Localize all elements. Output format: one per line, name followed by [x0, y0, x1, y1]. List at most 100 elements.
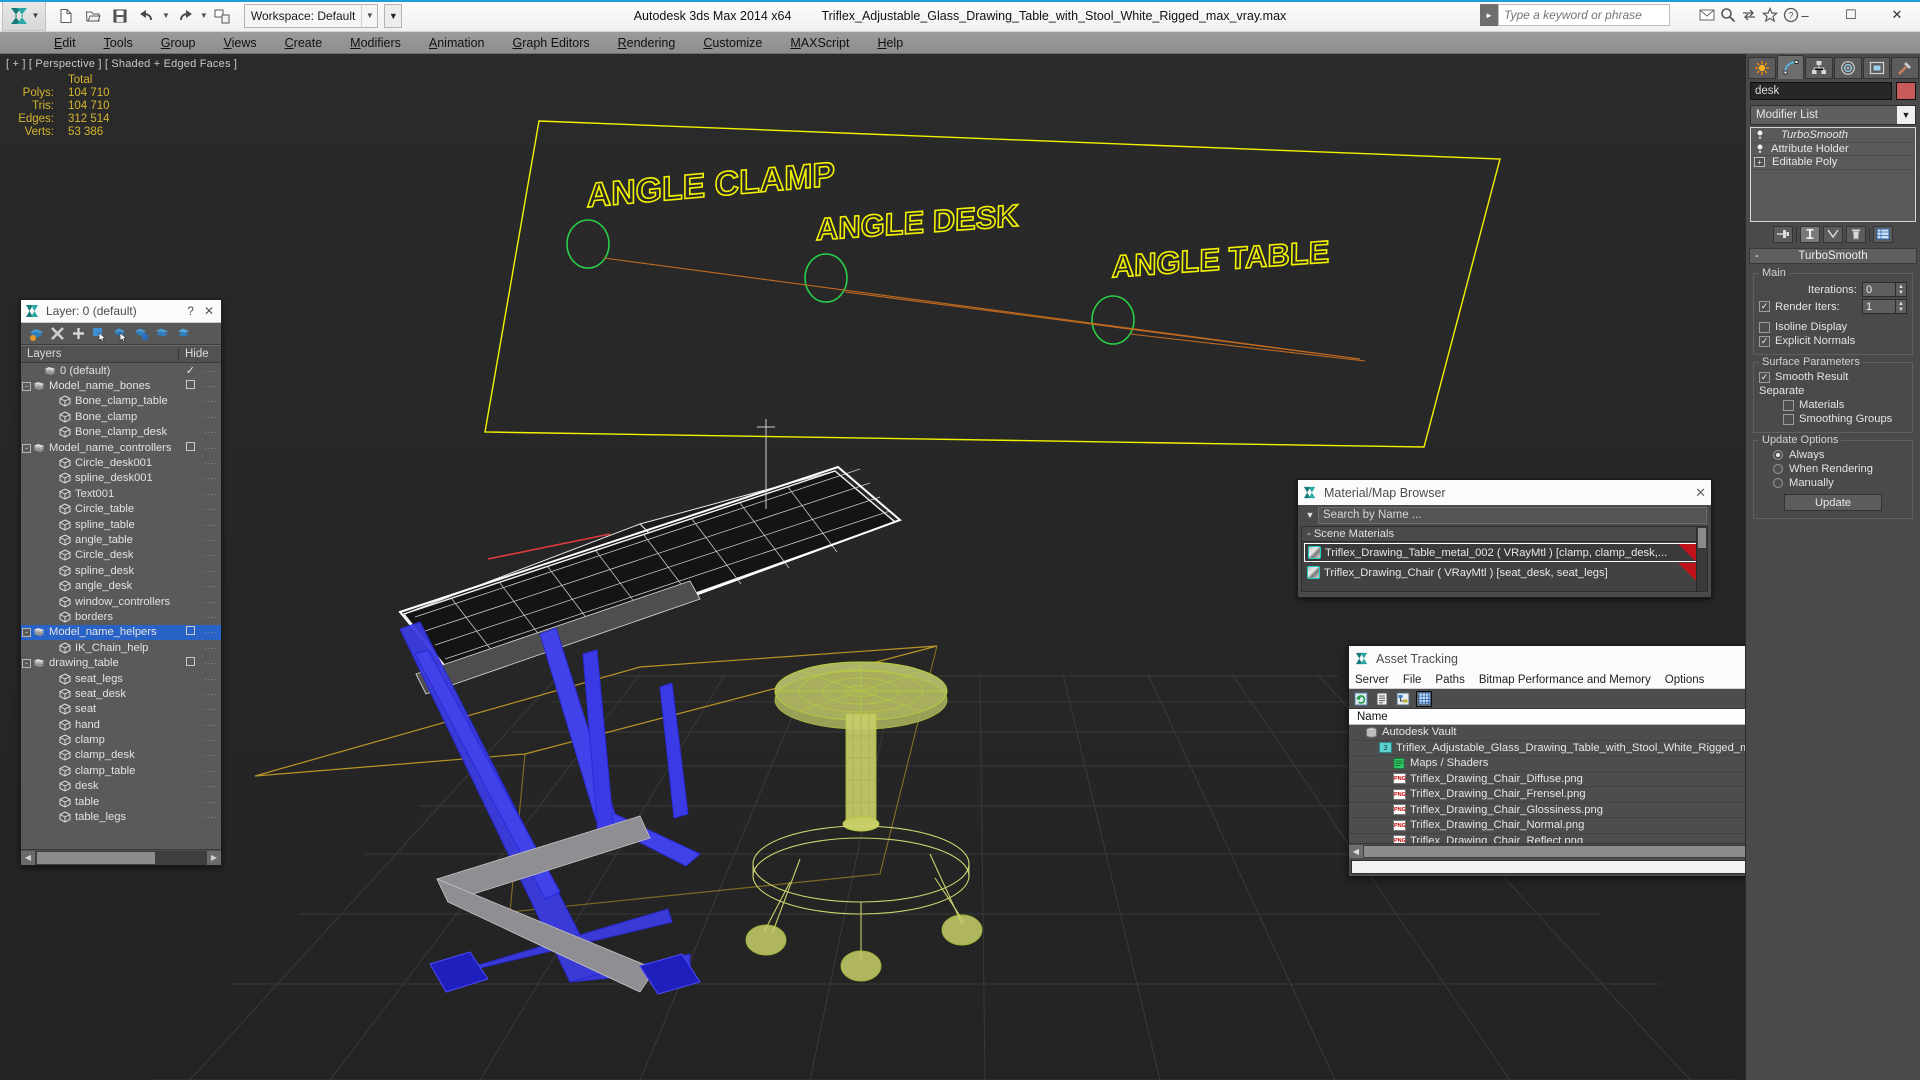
- refresh-icon[interactable]: [1353, 691, 1369, 707]
- separate-materials-checkbox[interactable]: [1783, 399, 1794, 411]
- rollout-collapse-icon[interactable]: -: [1755, 250, 1759, 262]
- turbosmooth-rollout-header[interactable]: - TurboSmooth: [1749, 248, 1917, 264]
- layer-row[interactable]: angle_desk ∙∙∙∙: [21, 578, 221, 593]
- search-dropdown-icon[interactable]: ►: [1480, 4, 1498, 26]
- modifier-stack-row[interactable]: TurboSmooth: [1752, 129, 1914, 143]
- layer-row[interactable]: window_controllers ∙∙∙∙: [21, 594, 221, 609]
- menu-item-edit[interactable]: Edit: [40, 34, 90, 52]
- separate-materials-row[interactable]: Materials: [1759, 399, 1907, 411]
- minimize-button[interactable]: –: [1782, 0, 1828, 30]
- search-icon[interactable]: [1719, 6, 1737, 24]
- spinner-arrows-icon[interactable]: ▲ ▼: [1896, 282, 1907, 297]
- layer-row[interactable]: 0 (default) ✓ ∙∙∙∙: [21, 363, 221, 378]
- expand-collapse-icon[interactable]: -: [21, 658, 32, 669]
- scroll-thumb[interactable]: [37, 851, 155, 864]
- undo-dropdown-arrow[interactable]: ▼: [162, 11, 170, 20]
- modifier-enable-bulb-icon[interactable]: [1752, 143, 1767, 155]
- command-panel[interactable]: desk Modifier List ▼ TurboSmooth Attribut…: [1745, 54, 1920, 1080]
- render-iters-checkbox[interactable]: ✓: [1759, 301, 1770, 312]
- menu-item-graph-editors[interactable]: Graph Editors: [498, 34, 603, 52]
- layer-row[interactable]: spline_table ∙∙∙∙: [21, 517, 221, 532]
- viewport-label[interactable]: [ + ] [ Perspective ] [ Shaded + Edged F…: [6, 58, 237, 70]
- layer-row[interactable]: seat_desk ∙∙∙∙: [21, 686, 221, 701]
- material-list-scrollbar[interactable]: [1696, 527, 1707, 591]
- modifier-stack[interactable]: TurboSmooth Attribute Holder + Editable Pol…: [1750, 127, 1916, 222]
- layer-panel-help-button[interactable]: ?: [187, 304, 194, 318]
- asset-menu-file[interactable]: File: [1403, 674, 1422, 686]
- select-and-link-button[interactable]: [211, 4, 235, 28]
- layer-row[interactable]: seat ∙∙∙∙: [21, 702, 221, 717]
- object-color-swatch[interactable]: [1896, 82, 1916, 100]
- tab-modify[interactable]: [1776, 55, 1805, 79]
- spinner-arrows-icon[interactable]: ▲ ▼: [1896, 299, 1907, 314]
- expand-collapse-icon[interactable]: -: [21, 381, 32, 392]
- modifier-stack-row[interactable]: + Editable Poly: [1752, 156, 1914, 170]
- isoline-display-checkbox[interactable]: [1759, 321, 1770, 333]
- show-end-result-icon[interactable]: [1800, 225, 1820, 243]
- make-unique-icon[interactable]: [1823, 225, 1843, 243]
- redo-dropdown-arrow[interactable]: ▼: [200, 11, 208, 20]
- menu-item-maxscript[interactable]: MAXScript: [776, 34, 863, 52]
- scroll-thumb[interactable]: [1364, 845, 1794, 857]
- render-iters-spinner[interactable]: 1 ▲ ▼: [1862, 299, 1907, 314]
- update-option-row[interactable]: Manually: [1759, 477, 1907, 489]
- scroll-left-icon[interactable]: ◀: [21, 850, 35, 865]
- separate-smoothing-groups-row[interactable]: Smoothing Groups: [1759, 413, 1907, 425]
- layer-row[interactable]: seat_legs ∙∙∙∙: [21, 671, 221, 686]
- create-new-layer-icon[interactable]: [28, 326, 44, 342]
- layer-list[interactable]: 0 (default) ✓ ∙∙∙∙ - Model_name_bones ∙∙∙∙ Bon…: [21, 363, 221, 849]
- menu-item-customize[interactable]: Customize: [689, 34, 776, 52]
- render-iters-value[interactable]: 1: [1862, 299, 1896, 314]
- tab-hierarchy[interactable]: [1805, 57, 1834, 79]
- layer-row[interactable]: clamp ∙∙∙∙: [21, 732, 221, 747]
- layer-row[interactable]: hand ∙∙∙∙: [21, 717, 221, 732]
- tab-motion[interactable]: [1834, 57, 1862, 79]
- layer-row[interactable]: IK_Chain_help ∙∙∙∙: [21, 640, 221, 655]
- layer-hide-checkbox[interactable]: [186, 380, 195, 392]
- layer-row[interactable]: clamp_table ∙∙∙∙: [21, 763, 221, 778]
- modifier-stack-row[interactable]: Attribute Holder: [1752, 143, 1914, 156]
- scroll-left-icon[interactable]: ◀: [1349, 844, 1363, 858]
- open-file-button[interactable]: [81, 4, 105, 28]
- layer-hide-checkbox[interactable]: [186, 657, 195, 669]
- scene-materials-group-header[interactable]: - Scene Materials: [1302, 527, 1707, 542]
- layer-row[interactable]: desk ∙∙∙∙: [21, 779, 221, 794]
- tab-create[interactable]: [1748, 57, 1776, 79]
- menu-item-modifiers[interactable]: Modifiers: [336, 34, 415, 52]
- layer-properties-icon[interactable]: [154, 326, 170, 342]
- material-row[interactable]: Triflex_Drawing_Chair ( VRayMtl ) [seat_…: [1304, 563, 1705, 582]
- asset-menu-paths[interactable]: Paths: [1435, 674, 1464, 686]
- layer-row[interactable]: Circle_desk ∙∙∙∙: [21, 548, 221, 563]
- layer-row[interactable]: clamp_desk ∙∙∙∙: [21, 748, 221, 763]
- smooth-result-checkbox[interactable]: ✓: [1759, 371, 1770, 383]
- layer-list-horizontal-scrollbar[interactable]: ◀ ▶: [21, 849, 221, 865]
- favorites-star-icon[interactable]: [1761, 6, 1779, 24]
- material-search-input[interactable]: [1318, 506, 1707, 524]
- radio-button[interactable]: [1773, 450, 1783, 460]
- menu-item-tools[interactable]: Tools: [90, 34, 147, 52]
- maximize-button[interactable]: ☐: [1828, 0, 1874, 30]
- explicit-normals-row[interactable]: ✓ Explicit Normals: [1759, 335, 1907, 347]
- radio-button[interactable]: [1773, 478, 1783, 488]
- remove-modifier-icon[interactable]: [1846, 225, 1866, 243]
- undo-button[interactable]: [135, 4, 159, 28]
- iterations-spinner[interactable]: 0 ▲ ▼: [1862, 282, 1907, 297]
- update-option-row[interactable]: Always: [1759, 449, 1907, 461]
- layer-row[interactable]: table_legs ∙∙∙∙: [21, 809, 221, 824]
- workspace-chevron-icon[interactable]: ▼: [361, 4, 377, 27]
- layer-row[interactable]: - Model_name_bones ∙∙∙∙: [21, 378, 221, 393]
- add-to-layer-icon[interactable]: [70, 326, 86, 342]
- layer-row[interactable]: Text001 ∙∙∙∙: [21, 486, 221, 501]
- layer-row[interactable]: - drawing_table ∙∙∙∙: [21, 655, 221, 670]
- layer-row[interactable]: Circle_table ∙∙∙∙: [21, 502, 221, 517]
- material-row[interactable]: Triflex_Drawing_Table_metal_002 ( VRayMt…: [1304, 543, 1705, 562]
- select-object-layer-icon[interactable]: [91, 326, 107, 342]
- list-view-icon[interactable]: [1374, 691, 1390, 707]
- scroll-track[interactable]: [35, 850, 207, 865]
- layer-row[interactable]: Bone_clamp_table ∙∙∙∙: [21, 394, 221, 409]
- chevron-down-icon[interactable]: ▼: [1897, 106, 1915, 124]
- modifier-list-dropdown[interactable]: Modifier List ▼: [1750, 105, 1916, 125]
- smooth-result-row[interactable]: ✓ Smooth Result: [1759, 371, 1907, 383]
- close-button[interactable]: ✕: [1874, 0, 1920, 30]
- scroll-right-icon[interactable]: ▶: [207, 850, 221, 865]
